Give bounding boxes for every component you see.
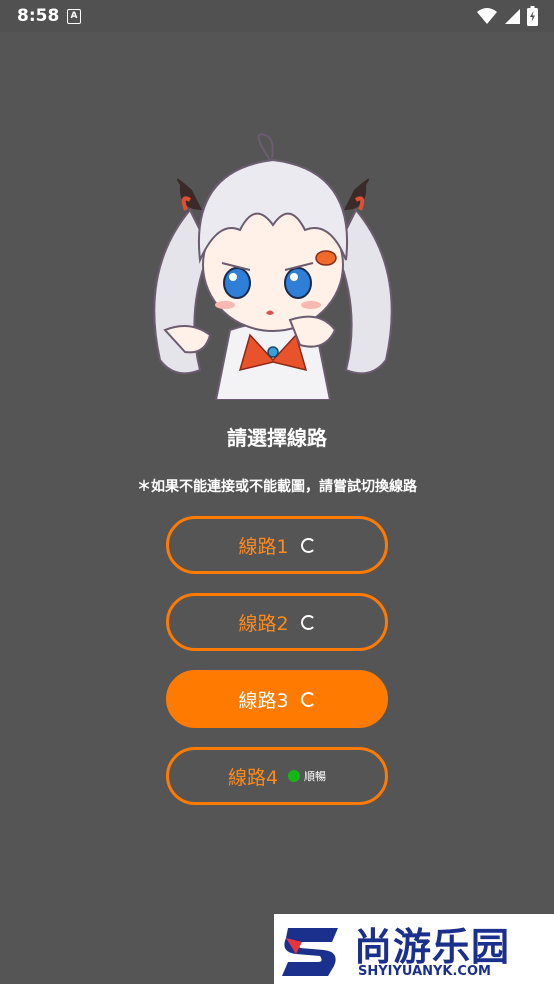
loading-spinner-icon: [300, 691, 316, 707]
route-1-button[interactable]: 線路1: [166, 516, 388, 574]
watermark-name: 尚游乐园: [354, 925, 511, 969]
route-label: 線路4: [227, 766, 279, 789]
loading-spinner-icon: [300, 614, 316, 630]
site-logo-icon: [282, 928, 338, 976]
battery-icon: [527, 5, 538, 26]
watermark-url: SHYIYUANYK.COM: [358, 964, 491, 979]
loading-spinner-icon: [300, 537, 316, 553]
watermark: 尚游乐园 SHYIYUANYK.COM: [274, 914, 554, 984]
status-bar: 8:58 A: [0, 0, 554, 32]
clock: 8:58: [17, 6, 60, 26]
route-status: 順暢: [304, 770, 327, 783]
route-label: 線路3: [238, 689, 289, 712]
route-label: 線路2: [238, 612, 289, 635]
anime-girl-mascot: [153, 133, 393, 400]
route-2-button[interactable]: 線路2: [166, 593, 388, 651]
system-icons: [475, 5, 538, 27]
route-3-button[interactable]: 線路3: [166, 670, 388, 728]
hint-text: ＊如果不能連接或不能載圖，請嘗試切換線路: [137, 479, 417, 495]
status-ok-dot-icon: [288, 770, 301, 782]
wifi-icon: [476, 7, 497, 24]
a-icon: A: [67, 9, 81, 24]
route-4-button[interactable]: 線路4 順暢: [166, 747, 388, 805]
route-label: 線路1: [238, 535, 289, 558]
signal-icon: [504, 8, 520, 24]
page-title: 請選擇線路: [227, 426, 327, 450]
